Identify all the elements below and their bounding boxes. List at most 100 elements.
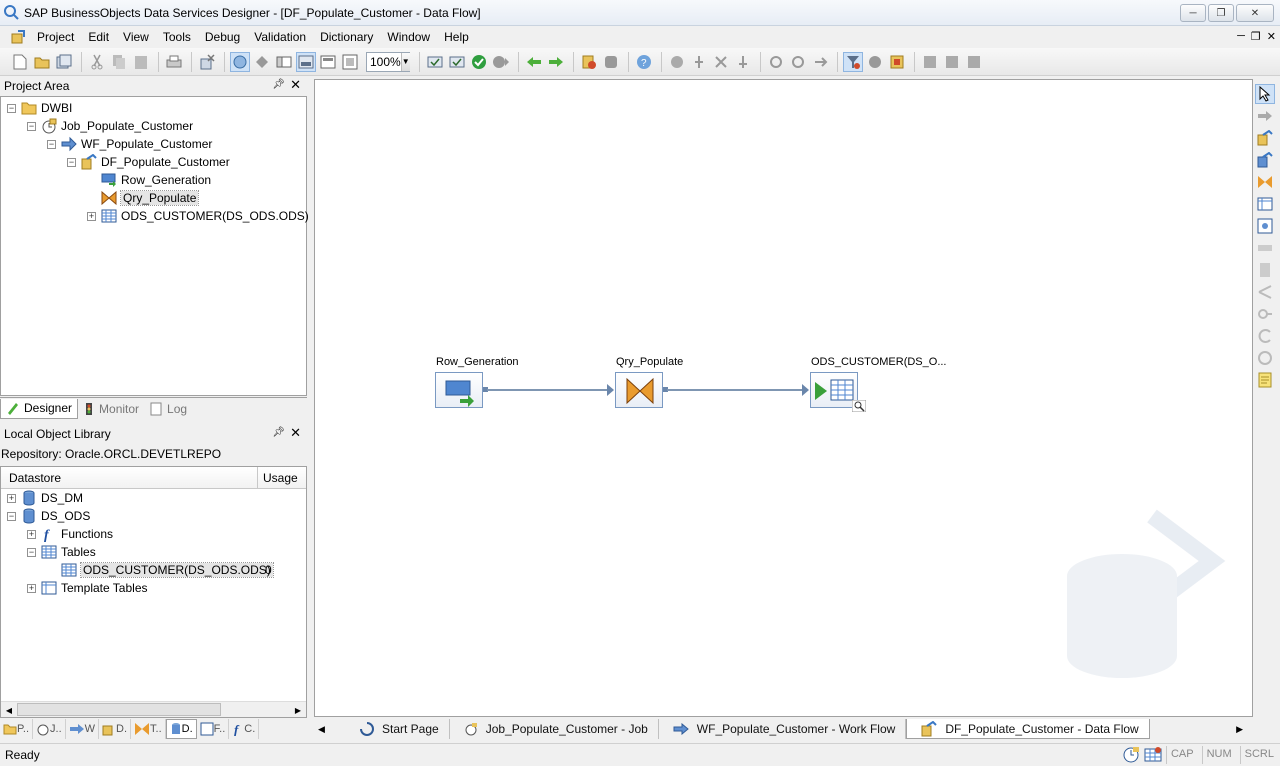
data-transport-tool[interactable]: [1255, 238, 1275, 258]
restore-button[interactable]: ❐: [1208, 4, 1234, 22]
validate-all-button[interactable]: [447, 52, 467, 72]
tab-projects[interactable]: P..: [0, 719, 34, 739]
query-transform-tool[interactable]: [1255, 172, 1275, 192]
minimize-button[interactable]: ─: [1180, 4, 1206, 22]
tab-dataflows[interactable]: D.: [99, 719, 132, 739]
step-into-button[interactable]: [711, 52, 731, 72]
tree-item-dwbi[interactable]: − DWBI: [7, 99, 72, 117]
step-out-button[interactable]: [733, 52, 753, 72]
while-loop-tool[interactable]: [1255, 326, 1275, 346]
menu-tools[interactable]: Tools: [156, 26, 198, 48]
variables-button[interactable]: [274, 52, 294, 72]
tree-item-workflow[interactable]: − WF_Populate_Customer: [47, 135, 212, 153]
list-item[interactable]: − Tables: [27, 543, 96, 561]
tab-jobs[interactable]: J..: [33, 719, 66, 739]
validate-current-button[interactable]: [425, 52, 445, 72]
help-button[interactable]: ?: [634, 52, 654, 72]
try-tool[interactable]: [1255, 304, 1275, 324]
filter-button[interactable]: [766, 52, 786, 72]
back-button[interactable]: [524, 52, 544, 72]
paste-button[interactable]: [131, 52, 151, 72]
central-object-library-button[interactable]: [318, 52, 338, 72]
tree-item-job[interactable]: − Job_Populate_Customer: [27, 117, 193, 135]
script-tool[interactable]: [1255, 260, 1275, 280]
collapse-icon[interactable]: −: [67, 157, 76, 167]
tab-datastores[interactable]: D.: [165, 719, 197, 739]
output-button[interactable]: [252, 52, 272, 72]
conditional-tool[interactable]: [1255, 282, 1275, 302]
expand-icon[interactable]: +: [27, 529, 36, 539]
list-item[interactable]: + Template Tables: [27, 579, 148, 597]
scrollbar-thumb[interactable]: [17, 703, 221, 716]
collapse-icon[interactable]: −: [7, 103, 16, 113]
tab-start-page[interactable]: Start Page: [346, 719, 450, 739]
annotation-tool[interactable]: [1255, 370, 1275, 390]
open-button[interactable]: [32, 52, 52, 72]
scroll-left-icon[interactable]: ◀: [314, 724, 328, 735]
horizontal-scrollbar[interactable]: ◀ ▶: [1, 701, 306, 717]
toggle-breakpoint-button[interactable]: [810, 52, 830, 72]
tab-formats[interactable]: F..: [197, 719, 230, 739]
menu-dictionary[interactable]: Dictionary: [313, 26, 380, 48]
new-button[interactable]: [10, 52, 30, 72]
execute-button[interactable]: [579, 52, 599, 72]
expand-icon[interactable]: +: [27, 583, 36, 593]
mdi-close-icon[interactable]: ✕: [1267, 30, 1276, 43]
collapse-icon[interactable]: −: [7, 511, 16, 521]
align-right-button[interactable]: [964, 52, 984, 72]
scroll-right-icon[interactable]: ▶: [291, 703, 305, 717]
row-generation-node[interactable]: [435, 372, 483, 408]
scheduler-icon[interactable]: [1122, 746, 1140, 764]
pin-icon[interactable]: 📌︎: [272, 79, 285, 90]
close-icon[interactable]: ✕: [290, 425, 301, 441]
delete-button[interactable]: [197, 52, 217, 72]
column-header-datastore[interactable]: Datastore: [1, 467, 258, 488]
catch-tool[interactable]: [1255, 348, 1275, 368]
menu-edit[interactable]: Edit: [81, 26, 116, 48]
query-node[interactable]: [615, 372, 663, 408]
mdi-restore-icon[interactable]: ❐: [1251, 30, 1261, 43]
tab-custom-functions[interactable]: f C.: [229, 719, 260, 739]
show-filters-button[interactable]: [843, 51, 863, 72]
align-left-button[interactable]: [920, 52, 940, 72]
stop-button[interactable]: [601, 52, 621, 72]
cut-button[interactable]: [87, 52, 107, 72]
expand-icon[interactable]: +: [87, 211, 96, 221]
copy-button[interactable]: [109, 52, 129, 72]
connection-line[interactable]: [667, 389, 805, 391]
dataflow-tool[interactable]: [1255, 128, 1275, 148]
collapse-icon[interactable]: −: [27, 547, 36, 557]
profile-button[interactable]: [887, 52, 907, 72]
tab-workflow[interactable]: WF_Populate_Customer - Work Flow: [659, 719, 907, 739]
pointer-tool[interactable]: [1255, 84, 1275, 104]
scroll-right-icon[interactable]: ▶: [1236, 724, 1243, 735]
view-where-used-button[interactable]: [491, 52, 511, 72]
collapse-icon[interactable]: −: [47, 139, 56, 149]
menu-view[interactable]: View: [116, 26, 156, 48]
zoom-select[interactable]: 100% ▼: [366, 51, 410, 72]
menu-help[interactable]: Help: [437, 26, 476, 48]
local-object-library-button[interactable]: [296, 51, 316, 72]
workspace-button[interactable]: [340, 52, 360, 72]
project-area-toggle-button[interactable]: [230, 51, 250, 72]
menu-validation[interactable]: Validation: [247, 26, 313, 48]
chevron-down-icon[interactable]: ▼: [400, 52, 410, 71]
tab-dataflow[interactable]: DF_Populate_Customer - Data Flow: [906, 719, 1150, 739]
tree-item-query[interactable]: Qry_Populate: [101, 189, 200, 207]
template-xml-tool[interactable]: [1255, 216, 1275, 236]
pin-icon[interactable]: 📌︎: [272, 427, 285, 438]
audit-button[interactable]: [469, 52, 489, 72]
dataflow-canvas[interactable]: Row_Generation Qry_Populate ODS_CUSTOMER…: [314, 79, 1253, 717]
tab-job[interactable]: Job_Populate_Customer - Job: [450, 719, 659, 739]
tab-transforms[interactable]: T..: [131, 719, 166, 739]
abap-dataflow-tool[interactable]: [1255, 150, 1275, 170]
tree-item-dataflow[interactable]: − DF_Populate_Customer: [67, 153, 230, 171]
list-item[interactable]: ODS_CUSTOMER(DS_ODS.ODS): [61, 561, 274, 579]
list-item[interactable]: − DS_ODS: [7, 507, 90, 525]
debug-start-button[interactable]: [667, 52, 687, 72]
tab-monitor[interactable]: Monitor: [78, 399, 144, 419]
magnifier-icon[interactable]: [852, 400, 866, 412]
collapse-icon[interactable]: −: [27, 121, 36, 131]
close-icon[interactable]: ✕: [290, 77, 301, 93]
column-header-usage[interactable]: Usage: [258, 467, 306, 488]
